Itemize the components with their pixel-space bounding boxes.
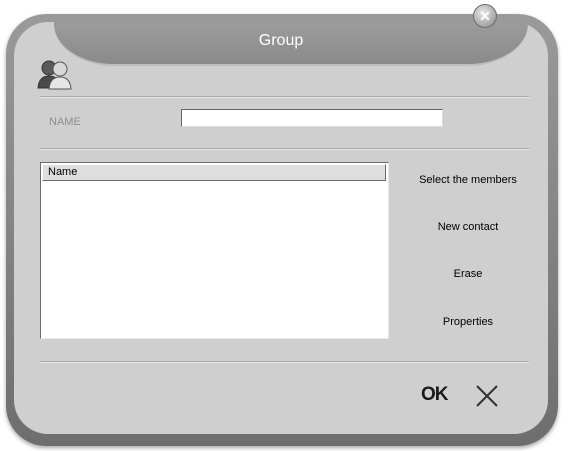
name-label: NAME xyxy=(49,116,81,128)
divider-middle xyxy=(40,148,529,150)
ok-button[interactable]: OK xyxy=(421,384,448,406)
divider-top xyxy=(40,96,529,98)
divider-bottom xyxy=(40,361,529,363)
close-button[interactable]: ✕ xyxy=(473,4,497,28)
select-members-button[interactable]: Select the members xyxy=(406,174,530,186)
properties-button[interactable]: Properties xyxy=(406,316,530,328)
members-list[interactable]: Name xyxy=(40,162,389,339)
name-input[interactable] xyxy=(181,109,443,127)
contacts-group-icon xyxy=(37,60,72,90)
cancel-button[interactable] xyxy=(474,383,500,409)
dialog-title: Group xyxy=(258,32,304,49)
erase-button[interactable]: Erase xyxy=(406,268,530,280)
new-contact-button[interactable]: New contact xyxy=(406,221,530,233)
list-column-header-name[interactable]: Name xyxy=(42,164,386,181)
close-icon: ✕ xyxy=(479,8,491,24)
cancel-x-icon xyxy=(476,385,498,407)
